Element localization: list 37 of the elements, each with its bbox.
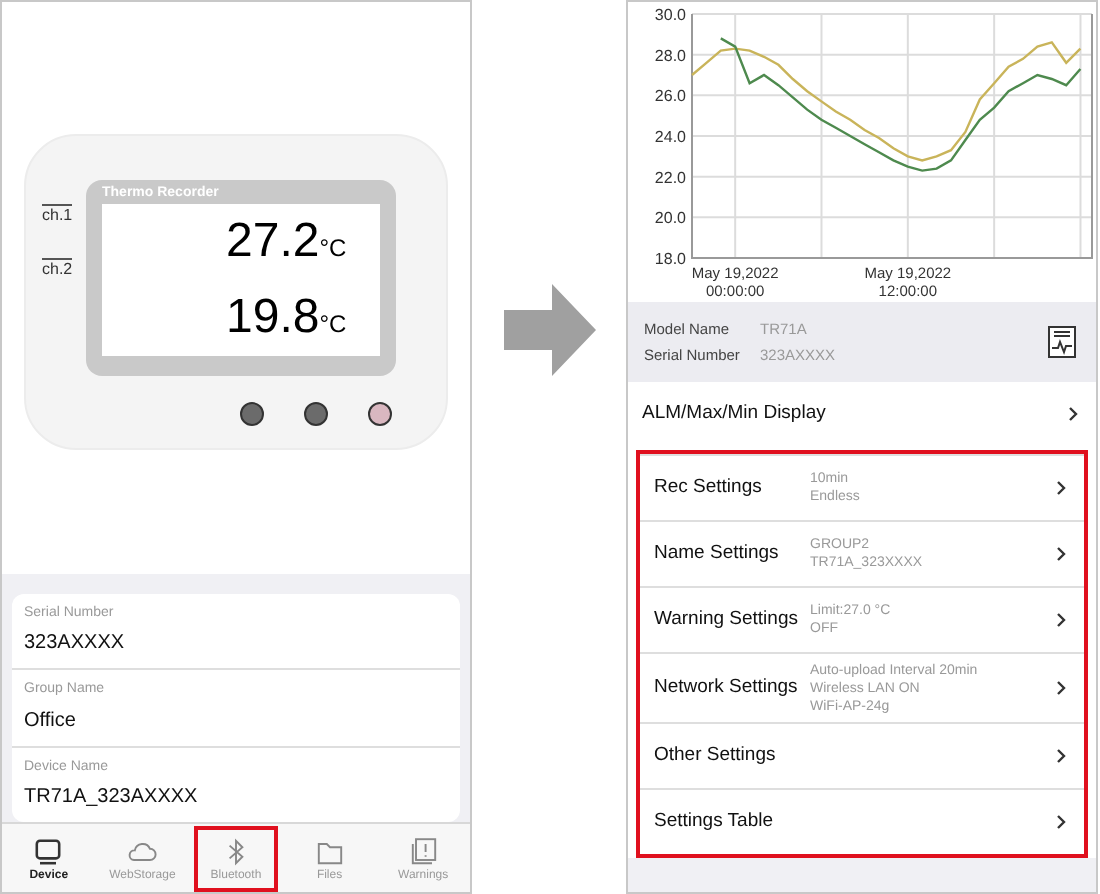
chevron-icon [1056,748,1066,764]
channel-label: ch.1 [42,204,73,226]
warning-icon [407,835,440,867]
temperature-unit: °C [319,308,347,342]
temperature-value: 19.8 [226,294,320,342]
field-value: Office [24,707,78,735]
y-tick-label: 28.0 [654,46,686,65]
y-tick-label: 18.0 [654,250,686,268]
chevron-icon [1056,480,1066,496]
menu-item-label: Warning Settings [654,608,800,632]
y-tick-label: 22.0 [654,168,686,187]
chevron-icon [1056,546,1066,562]
y-tick-label: 24.0 [654,128,686,146]
field-value: TR71A_323AXXXX [24,784,200,812]
field-value: 323AXXXX [24,630,127,658]
chevron-icon [1056,814,1066,830]
y-tick-label: 26.0 [654,87,686,106]
tablet-icon [32,835,65,867]
menu-item-label: Settings Table [654,810,776,834]
chevron-icon [1056,680,1066,696]
menu-item-label: Other Settings [654,744,778,768]
chevron-icon [1068,406,1078,422]
temperature-value: 27.2 [226,218,320,266]
right-arrow-icon [499,279,599,379]
channel-label: ch.2 [42,258,73,280]
menu-item-label: Network Settings [654,676,800,700]
menu-item[interactable]: Settings Table [640,788,1084,854]
y-tick-label: 20.0 [654,209,686,228]
menu-item-label: Rec Settings [654,476,764,500]
y-tick-label: 30.0 [654,6,686,24]
menu-item-label: ALM/Max/Min Display [642,402,826,426]
chevron-icon [1056,612,1066,628]
menu-item-label: Name Settings [654,542,781,566]
chart-report-icon [1048,326,1076,358]
menu-item[interactable]: ALM/Max/Min Display [628,382,1096,446]
menu-item[interactable]: Other Settings [640,722,1084,788]
temperature-unit: °C [319,232,347,266]
